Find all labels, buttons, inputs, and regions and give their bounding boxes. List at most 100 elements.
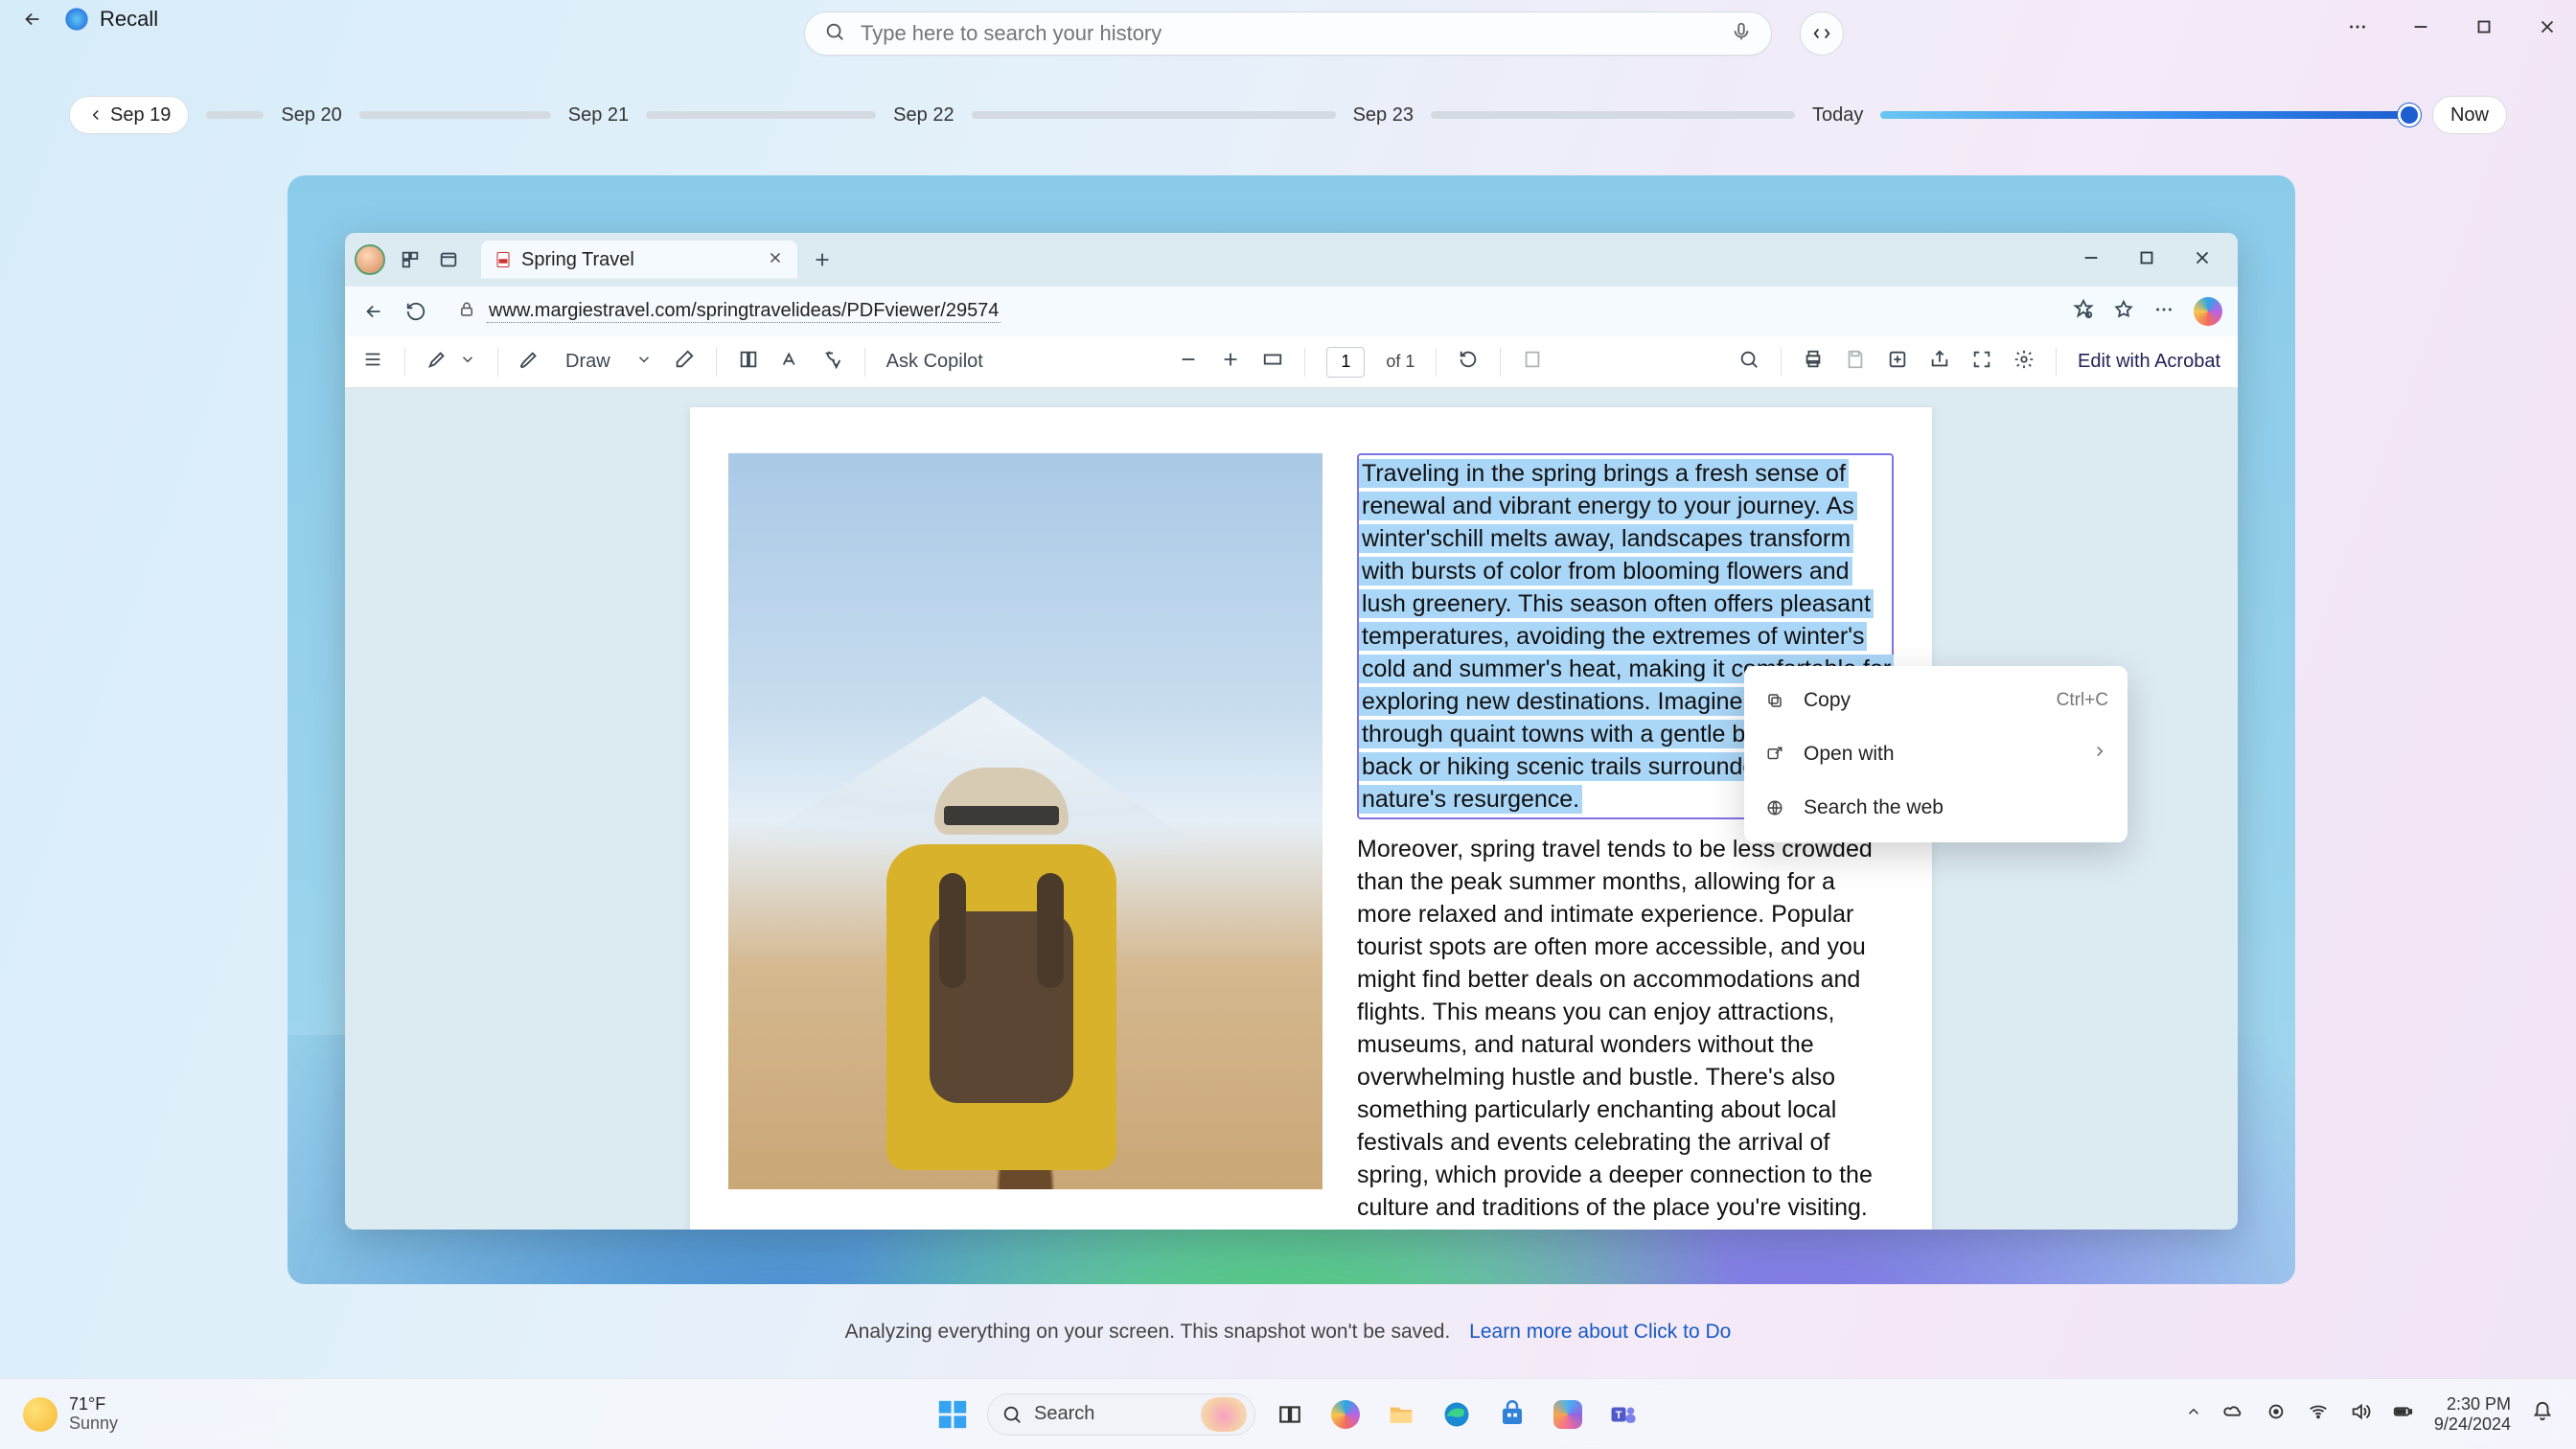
rotate-icon[interactable]	[1458, 349, 1479, 376]
close-button[interactable]	[2530, 10, 2564, 44]
windows-taskbar: 71°F Sunny Search T 2:30 PM 9/24/2024	[0, 1378, 2576, 1449]
add-note-icon[interactable]	[1887, 349, 1908, 376]
edge-icon[interactable]	[1436, 1393, 1478, 1436]
taskbar-clock[interactable]: 2:30 PM 9/24/2024	[2434, 1394, 2511, 1434]
tab-actions-icon[interactable]	[435, 246, 462, 273]
recall-search-input[interactable]	[861, 21, 1731, 46]
zoom-in-icon[interactable]	[1220, 349, 1241, 376]
url-text: www.margiestravel.com/springtravelideas/…	[487, 300, 1000, 323]
weather-condition: Sunny	[69, 1414, 118, 1434]
taskbar-search[interactable]: Search	[987, 1393, 1255, 1436]
task-view-icon[interactable]	[1269, 1393, 1311, 1436]
page-number-input[interactable]	[1326, 347, 1365, 378]
timeline-segment[interactable]	[1431, 111, 1795, 119]
timeline-segment[interactable]	[646, 111, 876, 119]
settings-icon[interactable]	[2013, 349, 2035, 376]
timeline-today-label: Today	[1812, 104, 1863, 126]
store-icon[interactable]	[1491, 1393, 1533, 1436]
pdf-contents-icon[interactable]	[362, 349, 383, 376]
page-layout-icon[interactable]	[1522, 349, 1543, 376]
recall-search-field[interactable]	[804, 12, 1772, 56]
tray-location-icon[interactable]	[2266, 1401, 2287, 1427]
timeline-segment[interactable]	[972, 111, 1336, 119]
site-info-icon[interactable]	[458, 301, 475, 323]
timeline-date-3: Sep 22	[893, 104, 954, 126]
recall-timeline[interactable]: Sep 19 Sep 20 Sep 21 Sep 22 Sep 23 Today…	[69, 94, 2507, 136]
timeline-date-pill[interactable]: Sep 19	[69, 96, 189, 134]
fullscreen-icon[interactable]	[1971, 349, 1992, 376]
file-explorer-icon[interactable]	[1380, 1393, 1422, 1436]
workspaces-icon[interactable]	[397, 246, 424, 273]
browser-more-icon[interactable]	[2153, 299, 2174, 325]
minimize-button[interactable]	[2404, 10, 2438, 44]
text-size-icon[interactable]	[780, 349, 801, 376]
tray-volume-icon[interactable]	[2350, 1401, 2371, 1427]
draw-label[interactable]: Draw	[565, 351, 610, 373]
timeline-date-2: Sep 21	[568, 104, 629, 126]
fit-width-icon[interactable]	[1262, 349, 1283, 376]
pdf-search-icon[interactable]	[1738, 349, 1760, 376]
recall-back-button[interactable]	[19, 6, 46, 33]
pdf-hero-image	[728, 453, 1322, 1189]
page-view-icon[interactable]	[738, 349, 759, 376]
translate-icon[interactable]	[822, 349, 843, 376]
recall-more-button[interactable]	[2340, 10, 2375, 44]
profile-avatar[interactable]	[355, 244, 385, 275]
timeline-today-track[interactable]	[1880, 111, 2415, 119]
context-menu-copy[interactable]: Copy Ctrl+C	[1744, 674, 2128, 727]
erase-icon[interactable]	[674, 349, 695, 376]
expand-search-button[interactable]	[1800, 12, 1844, 56]
context-menu: Copy Ctrl+C Open with Search the web	[1744, 666, 2128, 842]
copilot-icon[interactable]	[2194, 297, 2222, 326]
tray-wifi-icon[interactable]	[2308, 1401, 2329, 1427]
weather-temp: 71°F	[69, 1395, 118, 1414]
microphone-icon[interactable]	[1731, 21, 1752, 47]
copilot-taskbar-icon[interactable]	[1324, 1393, 1367, 1436]
start-button[interactable]	[932, 1393, 974, 1436]
tray-onedrive-icon[interactable]	[2223, 1401, 2244, 1427]
browser-tab[interactable]: Spring Travel	[481, 241, 797, 279]
draw-icon[interactable]	[519, 349, 540, 376]
browser-refresh-button[interactable]	[402, 301, 429, 322]
context-menu-search-web[interactable]: Search the web	[1744, 781, 2128, 835]
browser-back-button[interactable]	[360, 301, 387, 322]
chevron-down-icon[interactable]	[635, 351, 653, 374]
status-text: Analyzing everything on your screen. Thi…	[845, 1321, 1451, 1343]
timeline-segment[interactable]	[206, 111, 264, 119]
timeline-date-0: Sep 19	[110, 104, 171, 126]
notifications-icon[interactable]	[2532, 1401, 2553, 1427]
favorites-icon[interactable]	[2113, 299, 2134, 325]
print-icon[interactable]	[1803, 349, 1824, 376]
ask-copilot-button[interactable]: Ask Copilot	[886, 351, 983, 373]
timeline-now-button[interactable]: Now	[2432, 96, 2507, 134]
recall-snapshot-frame: Spring Travel www.margiestravel.com/spri…	[288, 175, 2295, 1284]
recall-logo-icon	[63, 6, 90, 33]
maximize-button[interactable]	[2467, 10, 2501, 44]
edit-with-acrobat-button[interactable]: Edit with Acrobat	[2078, 351, 2220, 373]
new-tab-button[interactable]	[809, 246, 836, 273]
recall-app-title: Recall	[100, 7, 158, 32]
browser-minimize-button[interactable]	[2081, 247, 2102, 273]
share-icon[interactable]	[1929, 349, 1950, 376]
read-aloud-icon[interactable]	[2073, 299, 2094, 325]
zoom-out-icon[interactable]	[1178, 349, 1199, 376]
highlight-icon[interactable]	[426, 349, 448, 376]
tab-close-icon[interactable]	[767, 249, 784, 271]
browser-close-button[interactable]	[2192, 247, 2213, 273]
address-bar[interactable]: www.margiestravel.com/springtravelideas/…	[445, 293, 2058, 330]
tray-chevron-icon[interactable]	[2185, 1403, 2202, 1425]
taskbar-weather-widget[interactable]: 71°F Sunny	[23, 1395, 118, 1434]
pdf-viewport[interactable]: Traveling in the spring brings a fresh s…	[345, 388, 2238, 1230]
save-icon[interactable]	[1845, 349, 1866, 376]
context-menu-open-with[interactable]: Open with	[1744, 727, 2128, 781]
timeline-segment[interactable]	[359, 111, 551, 119]
copilot-app-icon[interactable]	[1547, 1393, 1589, 1436]
teams-icon[interactable]: T	[1602, 1393, 1644, 1436]
chevron-down-icon[interactable]	[459, 351, 476, 374]
timeline-thumb[interactable]	[2398, 104, 2421, 126]
pdf-file-icon	[494, 251, 512, 268]
learn-more-link[interactable]: Learn more about Click to Do	[1469, 1321, 1731, 1343]
browser-maximize-button[interactable]	[2136, 247, 2157, 273]
weather-sunny-icon	[23, 1397, 58, 1432]
tray-battery-icon[interactable]	[2392, 1401, 2413, 1427]
